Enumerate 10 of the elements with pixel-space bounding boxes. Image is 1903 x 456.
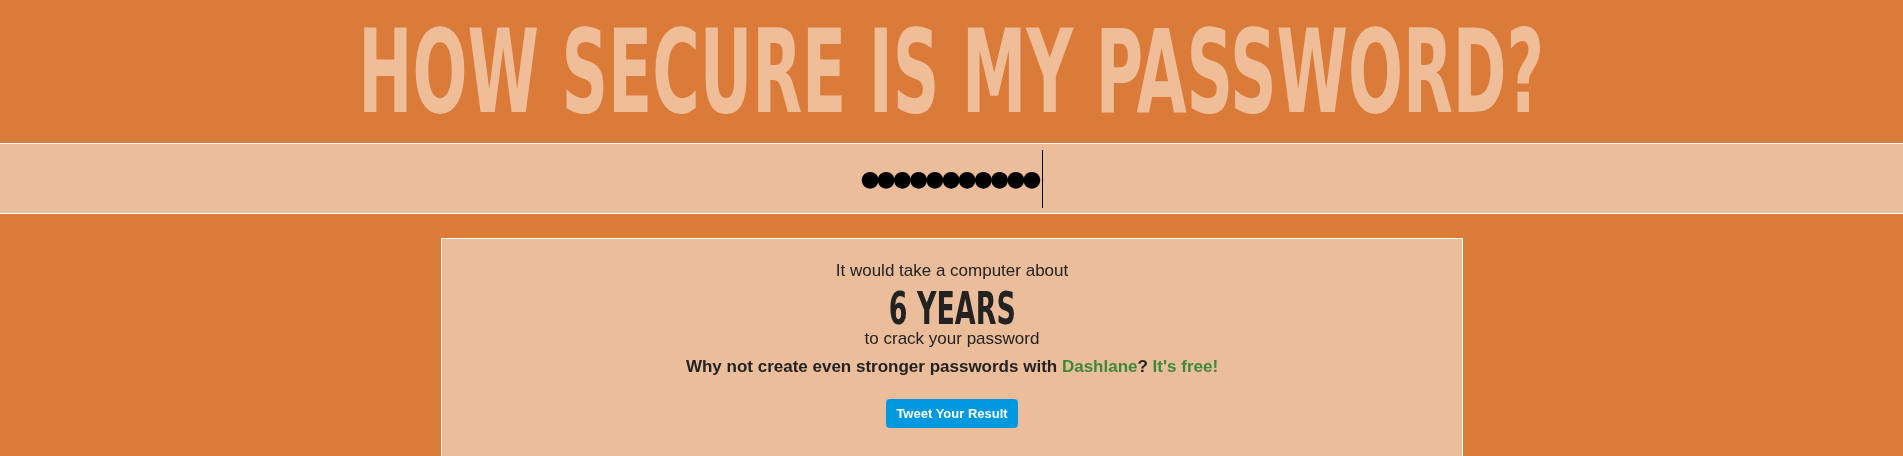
page-title: HOW SECURE IS MY PASSWORD? — [358, 13, 1545, 130]
outro-text: to crack your password — [864, 329, 1040, 349]
promo-text: Why not create even stronger passwords with Dashlane? It's free! — [685, 357, 1219, 377]
password-field[interactable]: ●●●●●●●●●●● — [0, 143, 1903, 214]
promo-link[interactable]: Dashlane — [1061, 357, 1138, 376]
crack-time: 6 YEARS — [888, 287, 1016, 331]
text-caret — [1041, 149, 1043, 208]
intro-text: It would take a computer about — [835, 261, 1069, 281]
promo-link[interactable]: It's free! — [1152, 357, 1219, 376]
tweet-button[interactable]: Tweet Your Result — [886, 399, 1018, 428]
